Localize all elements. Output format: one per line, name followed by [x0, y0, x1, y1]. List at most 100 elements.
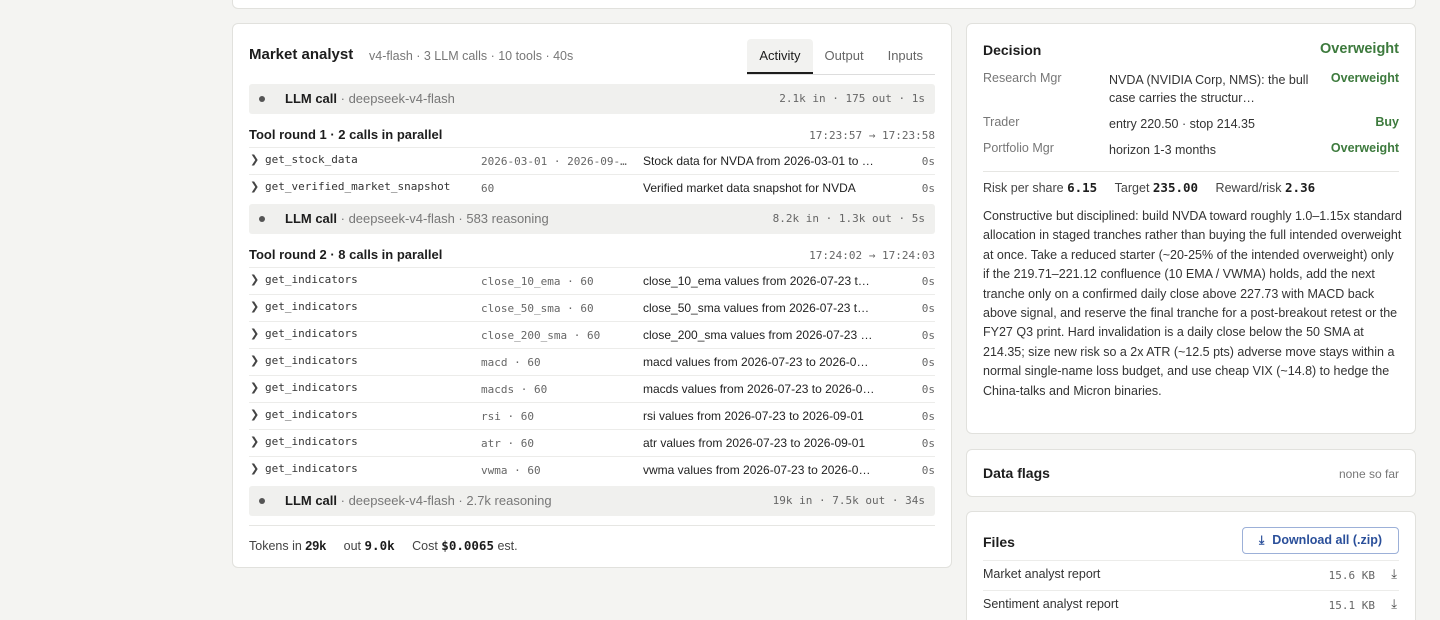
tool-duration: 0s — [921, 155, 935, 168]
download-icon[interactable]: ⤓ — [1391, 596, 1397, 612]
file-size: 15.6 KB — [1328, 569, 1375, 582]
cost-label: Cost — [412, 539, 438, 553]
tab-activity[interactable]: Activity — [747, 39, 813, 74]
llm-call-label: LLM call — [285, 211, 338, 226]
decision-rating: Buy — [1375, 115, 1399, 129]
tool-args: macd · 60 — [481, 356, 541, 369]
cost-value: $0.0065 — [441, 538, 494, 553]
tool-args: vwma · 60 — [481, 464, 541, 477]
download-icon[interactable]: ⤓ — [1391, 566, 1397, 582]
tool-round-title: Tool round 2 · 8 calls in parallel — [249, 247, 443, 262]
tool-name: get_indicators — [265, 462, 358, 475]
tool-call-row[interactable]: ❯ get_indicators macd · 60 macd values f… — [249, 348, 935, 375]
download-all-label: Download all (.zip) — [1272, 533, 1383, 547]
tool-call-row[interactable]: ❯ get_indicators macds · 60 macds values… — [249, 375, 935, 402]
reward-risk-label: Reward/risk — [1215, 181, 1282, 195]
tool-duration: 0s — [921, 275, 935, 288]
chevron-right-icon: ❯ — [250, 274, 260, 286]
decision-role: Trader — [983, 115, 1020, 129]
tokens-out-label: out — [343, 539, 362, 553]
chevron-right-icon: ❯ — [250, 436, 260, 448]
tool-args: rsi · 60 — [481, 410, 534, 423]
tool-args: 2026-03-01 · 2026-09-… — [481, 155, 627, 168]
tool-duration: 0s — [921, 464, 935, 477]
tool-name: get_indicators — [265, 327, 358, 340]
chevron-right-icon: ❯ — [250, 181, 260, 193]
tool-round-2: Tool round 2 · 8 calls in parallel 17:24… — [249, 245, 935, 483]
llm-call-stats: 2.1k in · 175 out · 1s — [779, 92, 925, 105]
tool-desc: close_10_ema values from 2026-07-23 to 2… — [643, 274, 875, 288]
tab-inputs[interactable]: Inputs — [876, 39, 935, 74]
tool-name: get_indicators — [265, 273, 358, 286]
tool-duration: 0s — [921, 182, 935, 195]
file-row[interactable]: Sentiment analyst report 15.1 KB ⤓ — [983, 590, 1399, 620]
tool-desc: Verified market data snapshot for NVDA — [643, 181, 856, 195]
tool-desc: close_200_sma values from 2026-07-23 to … — [643, 328, 875, 342]
tool-duration: 0s — [921, 410, 935, 423]
tool-args: atr · 60 — [481, 437, 534, 450]
tab-output[interactable]: Output — [813, 39, 876, 74]
tool-call-row[interactable]: ❯ get_verified_market_snapshot 60 Verifi… — [249, 174, 935, 201]
reward-risk-value: 2.36 — [1285, 180, 1316, 195]
data-flags-panel: Data flags none so far — [966, 449, 1416, 497]
file-row[interactable]: Market analyst report 15.6 KB ⤓ — [983, 560, 1399, 590]
tool-duration: 0s — [921, 302, 935, 315]
llm-call-label: LLM call — [285, 493, 338, 508]
token-footer: Tokens in 29k out 9.0k Cost $0.0065 est. — [249, 525, 935, 553]
risk-value: 6.15 — [1067, 180, 1098, 195]
risk-label: Risk per share — [983, 181, 1064, 195]
chevron-right-icon: ❯ — [250, 382, 260, 394]
chevron-right-icon: ❯ — [250, 328, 260, 340]
tool-call-row[interactable]: ❯ get_indicators vwma · 60 vwma values f… — [249, 456, 935, 483]
decision-verdict: Overweight — [1320, 41, 1399, 57]
tool-desc: close_50_sma values from 2026-07-23 to 2… — [643, 301, 875, 315]
tool-duration: 0s — [921, 356, 935, 369]
file-name: Sentiment analyst report — [983, 597, 1119, 611]
download-all-button[interactable]: ⤓ Download all (.zip) — [1242, 527, 1399, 554]
files-title: Files — [983, 534, 1015, 550]
tokens-in-value: 29k — [305, 539, 327, 553]
tool-round-time: 17:23:57 → 17:23:58 — [809, 129, 935, 142]
tool-name: get_verified_market_snapshot — [265, 180, 451, 193]
tool-call-row[interactable]: ❯ get_indicators rsi · 60 rsi values fro… — [249, 402, 935, 429]
decision-role: Portfolio Mgr — [983, 141, 1054, 155]
tool-call-row[interactable]: ❯ get_indicators close_50_sma · 60 close… — [249, 294, 935, 321]
tool-call-row[interactable]: ❯ get_indicators close_10_ema · 60 close… — [249, 267, 935, 294]
tool-name: get_indicators — [265, 408, 358, 421]
divider — [983, 171, 1399, 172]
previous-card-stub — [232, 0, 1416, 9]
chevron-right-icon: ❯ — [250, 355, 260, 367]
tab-bar: Activity Output Inputs — [747, 39, 935, 75]
tokens-out-value: 9.0k — [364, 538, 395, 553]
decision-panel: Decision Overweight Research Mgr NVDA (N… — [966, 23, 1416, 434]
tool-duration: 0s — [921, 383, 935, 396]
tool-args: 60 — [481, 182, 495, 195]
tool-name: get_indicators — [265, 435, 358, 448]
tool-args: close_10_ema · 60 — [481, 275, 594, 288]
tool-args: macds · 60 — [481, 383, 548, 396]
tool-call-row[interactable]: ❯ get_stock_data 2026-03-01 · 2026-09-… … — [249, 147, 935, 174]
tool-duration: 0s — [921, 329, 935, 342]
decision-summary: Constructive but disciplined: build NVDA… — [983, 209, 1402, 398]
llm-call-stats: 8.2k in · 1.3k out · 5s — [772, 212, 925, 225]
llm-call-row[interactable]: LLM call · deepseek-v4-flash · 2.7k reas… — [249, 486, 935, 516]
llm-call-row[interactable]: LLM call · deepseek-v4-flash · 583 reaso… — [249, 204, 935, 234]
tool-call-row[interactable]: ❯ get_indicators atr · 60 atr values fro… — [249, 429, 935, 456]
download-icon: ⤓ — [1258, 533, 1265, 547]
files-panel: Files ⤓ Download all (.zip) Market analys… — [966, 511, 1416, 620]
data-flags-status: none so far — [1338, 467, 1399, 481]
llm-call-stats: 19k in · 7.5k out · 34s — [772, 494, 925, 507]
panel-header: Market analyst v4-flash · 3 LLM calls · … — [249, 39, 935, 75]
target-label: Target — [1114, 181, 1150, 195]
status-dot-icon — [259, 498, 265, 504]
data-flags-title: Data flags — [983, 465, 1050, 481]
decision-detail: NVDA (NVIDIA Corp, NMS): the bull case c… — [1109, 73, 1309, 105]
llm-call-model: · deepseek-v4-flash · 583 reasoning — [337, 211, 549, 226]
tool-call-row[interactable]: ❯ get_indicators close_200_sma · 60 clos… — [249, 321, 935, 348]
llm-call-row[interactable]: LLM call · deepseek-v4-flash 2.1k in · 1… — [249, 84, 935, 114]
decision-detail: horizon 1-3 months — [1109, 143, 1217, 157]
tool-desc: vwma values from 2026-07-23 to 2026-09-0… — [643, 463, 875, 477]
status-dot-icon — [259, 96, 265, 102]
tool-round-1: Tool round 1 · 2 calls in parallel 17:23… — [249, 125, 935, 201]
tool-args: close_200_sma · 60 — [481, 329, 601, 342]
